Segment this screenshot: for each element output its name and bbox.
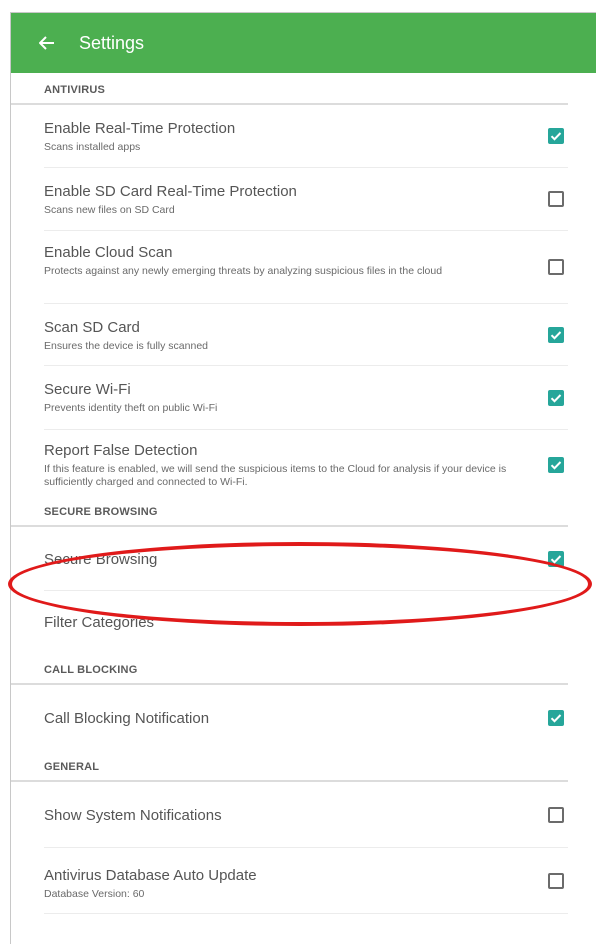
section-header-secure-browsing: SECURE BROWSING <box>11 500 568 527</box>
setting-subtitle: Database Version: 60 <box>44 888 145 900</box>
checkbox-checked-icon[interactable] <box>548 550 564 567</box>
setting-title: Secure Wi-Fi <box>44 381 131 398</box>
setting-secure-wifi[interactable]: Secure Wi-Fi Prevents identity theft on … <box>44 366 568 430</box>
setting-subtitle: Prevents identity theft on public Wi-Fi <box>44 402 218 414</box>
setting-title: Antivirus Database Auto Update <box>44 867 257 884</box>
setting-real-time-protection[interactable]: Enable Real-Time Protection Scans instal… <box>44 105 568 168</box>
checkbox-unchecked-icon[interactable] <box>548 872 564 889</box>
setting-title: Enable Cloud Scan <box>44 244 173 261</box>
back-arrow-icon[interactable] <box>37 33 57 53</box>
setting-sd-card-real-time-protection[interactable]: Enable SD Card Real-Time Protection Scan… <box>44 168 568 231</box>
section-header-general: GENERAL <box>11 750 568 782</box>
setting-subtitle: Scans new files on SD Card <box>44 204 175 216</box>
setting-title: Call Blocking Notification <box>44 710 210 727</box>
setting-title: Report False Detection <box>44 442 198 459</box>
setting-filter-categories[interactable]: Filter Categories <box>44 591 568 653</box>
setting-title: Enable SD Card Real-Time Protection <box>44 183 297 200</box>
setting-subtitle: If this feature is enabled, we will send… <box>44 463 507 488</box>
checkbox-unchecked-icon[interactable] <box>548 191 564 207</box>
setting-subtitle: Ensures the device is fully scanned <box>44 340 209 352</box>
setting-subtitle: Protects against any newly emerging thre… <box>44 265 443 277</box>
checkbox-checked-icon[interactable] <box>548 128 564 144</box>
app-bar: Settings <box>11 13 596 73</box>
setting-title: Filter Categories <box>44 614 155 631</box>
checkbox-checked-icon[interactable] <box>548 457 564 473</box>
checkbox-checked-icon[interactable] <box>548 709 564 726</box>
checkbox-checked-icon[interactable] <box>548 389 564 406</box>
checkbox-checked-icon[interactable] <box>548 326 564 343</box>
setting-title: Scan SD Card <box>44 319 140 336</box>
setting-report-false-detection[interactable]: Report False Detection If this feature i… <box>44 430 568 500</box>
setting-antivirus-db-auto-update[interactable]: Antivirus Database Auto Update Database … <box>44 848 568 914</box>
setting-cloud-scan[interactable]: Enable Cloud Scan Protects against any n… <box>44 231 568 304</box>
section-header-antivirus: ANTIVIRUS <box>11 73 568 105</box>
checkbox-unchecked-icon[interactable] <box>548 806 564 823</box>
setting-show-system-notifications[interactable]: Show System Notifications <box>44 782 568 848</box>
page-title: Settings <box>79 32 145 53</box>
setting-title: Secure Browsing <box>44 551 158 568</box>
setting-secure-browsing[interactable]: Secure Browsing <box>44 527 568 591</box>
setting-call-blocking-notification[interactable]: Call Blocking Notification <box>44 685 568 750</box>
setting-subtitle: Scans installed apps <box>44 141 141 153</box>
setting-scan-sd-card[interactable]: Scan SD Card Ensures the device is fully… <box>44 304 568 366</box>
settings-screen: Settings ANTIVIRUS Enable Real-Time Prot… <box>10 12 596 944</box>
checkbox-unchecked-icon[interactable] <box>548 259 564 275</box>
section-header-call-blocking: CALL BLOCKING <box>11 653 568 685</box>
setting-title: Enable Real-Time Protection <box>44 120 236 137</box>
setting-title: Show System Notifications <box>44 807 222 824</box>
